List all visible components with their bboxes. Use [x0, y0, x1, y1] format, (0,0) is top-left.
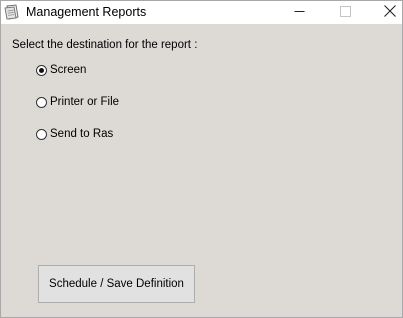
close-icon: [384, 4, 396, 22]
radio-label-screen: Screen: [50, 64, 87, 76]
window-title: Management Reports: [26, 5, 147, 19]
maximize-button[interactable]: [325, 1, 365, 24]
app-window: Management Reports Select the destinatio…: [0, 0, 403, 318]
minimize-icon: [294, 4, 305, 22]
radio-label-send-to-ras: Send to Ras: [50, 128, 114, 140]
radio-option-printer-or-file[interactable]: Printer or File: [36, 94, 119, 110]
maximize-icon: [339, 4, 351, 22]
radio-button-screen[interactable]: [36, 64, 47, 76]
schedule-save-definition-button[interactable]: Schedule / Save Definition: [38, 265, 195, 303]
radio-label-printer-or-file: Printer or File: [50, 96, 120, 108]
close-button[interactable]: [370, 1, 403, 24]
radio-button-send-to-ras[interactable]: [36, 128, 47, 140]
radio-option-screen[interactable]: Screen: [36, 62, 86, 78]
minimize-button[interactable]: [279, 1, 319, 24]
radio-button-printer-or-file[interactable]: [36, 96, 47, 108]
radio-option-send-to-ras[interactable]: Send to Ras: [36, 126, 113, 142]
report-document-icon: [4, 4, 21, 20]
destination-prompt: Select the destination for the report :: [12, 39, 198, 51]
title-bar[interactable]: Management Reports: [1, 1, 402, 24]
dialog-body: Select the destination for the report : …: [1, 24, 402, 317]
